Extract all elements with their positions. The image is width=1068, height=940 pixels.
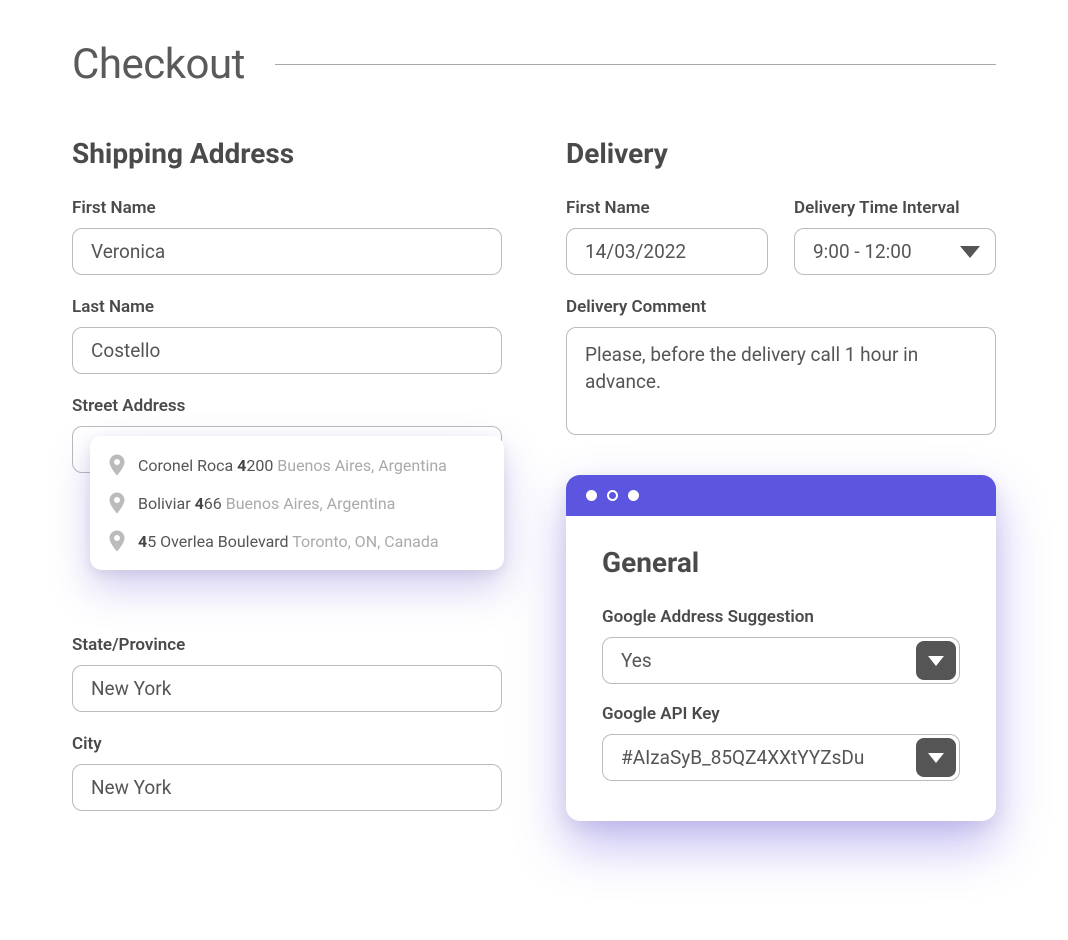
map-pin-icon (108, 492, 126, 514)
api-key-label: Google API Key (602, 704, 960, 724)
state-label: State/Province (72, 635, 502, 655)
delivery-comment-label: Delivery Comment (566, 297, 996, 317)
address-suggestions-dropdown: Coronel Roca 4200 Buenos Aires, Argentin… (90, 436, 504, 570)
last-name-label: Last Name (72, 297, 502, 317)
suggestion-setting-select[interactable] (602, 637, 960, 684)
page-header: Checkout (72, 40, 996, 89)
suggestion-item[interactable]: Boliviar 466 Buenos Aires, Argentina (90, 484, 504, 522)
suggestion-text: Boliviar 466 Buenos Aires, Argentina (138, 494, 395, 513)
suggestion-item[interactable]: 45 Overlea Boulevard Toronto, ON, Canada (90, 522, 504, 560)
suggestion-text: Coronel Roca 4200 Buenos Aires, Argentin… (138, 456, 447, 475)
settings-panel: General Google Address Suggestion Google… (566, 475, 996, 821)
window-dot-icon (628, 490, 639, 501)
city-label: City (72, 734, 502, 754)
header-divider (275, 64, 996, 65)
first-name-input[interactable] (72, 228, 502, 275)
state-input[interactable] (72, 665, 502, 712)
map-pin-icon (108, 530, 126, 552)
panel-titlebar (566, 475, 996, 516)
map-pin-icon (108, 454, 126, 476)
shipping-title: Shipping Address (72, 137, 502, 170)
delivery-date-input[interactable] (566, 228, 768, 275)
suggestion-setting-label: Google Address Suggestion (602, 607, 960, 627)
street-label: Street Address (72, 396, 502, 416)
page-title: Checkout (72, 40, 245, 89)
window-dot-icon (586, 490, 597, 501)
delivery-interval-label: Delivery Time Interval (794, 198, 996, 218)
settings-title: General (602, 546, 960, 579)
last-name-input[interactable] (72, 327, 502, 374)
delivery-date-label: First Name (566, 198, 768, 218)
api-key-select[interactable] (602, 734, 960, 781)
window-dot-icon (607, 490, 618, 501)
delivery-interval-select[interactable] (794, 228, 996, 275)
suggestion-item[interactable]: Coronel Roca 4200 Buenos Aires, Argentin… (90, 446, 504, 484)
delivery-comment-textarea[interactable] (566, 327, 996, 435)
shipping-section: Shipping Address First Name Last Name St… (72, 137, 502, 833)
delivery-title: Delivery (566, 137, 996, 170)
city-input[interactable] (72, 764, 502, 811)
suggestion-text: 45 Overlea Boulevard Toronto, ON, Canada (138, 532, 439, 551)
first-name-label: First Name (72, 198, 502, 218)
delivery-section: Delivery First Name Delivery Time Interv… (566, 137, 996, 833)
